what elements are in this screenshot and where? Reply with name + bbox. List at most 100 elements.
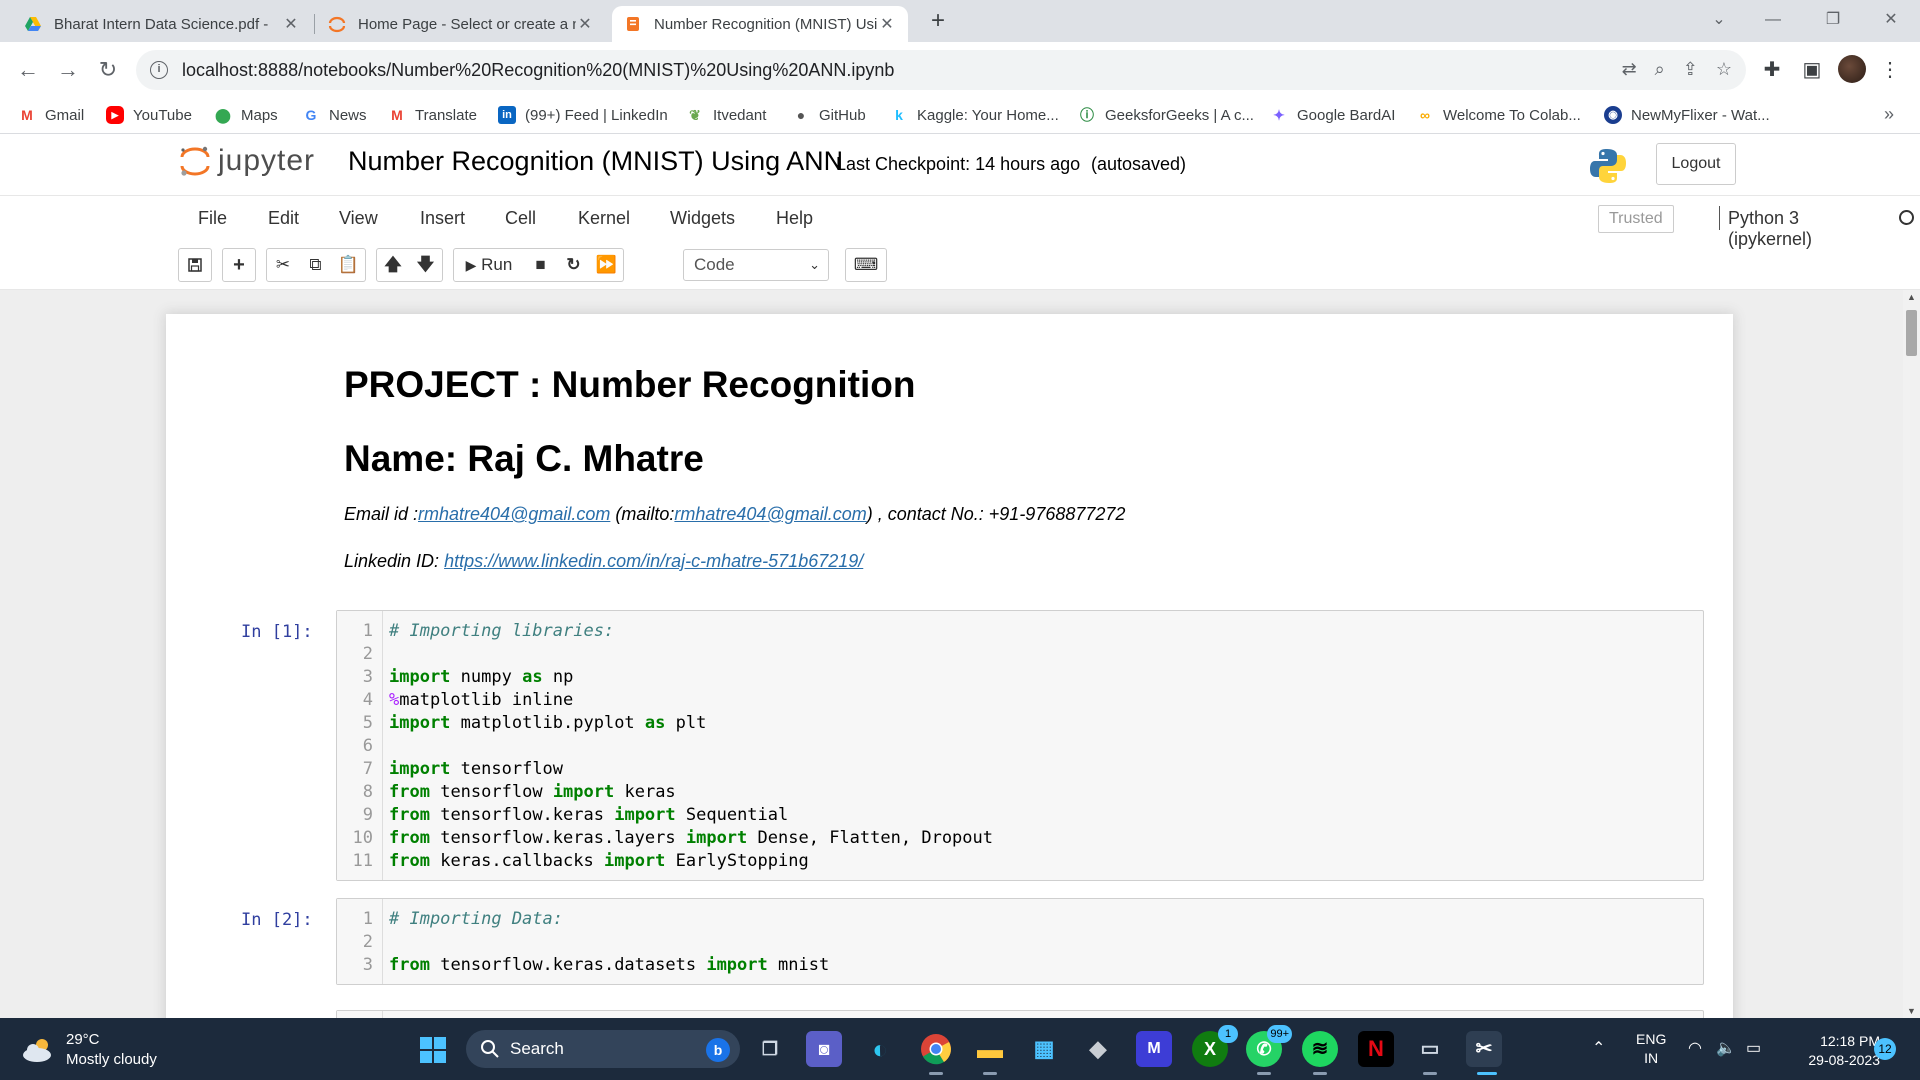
weather-widget[interactable]: 29°C Mostly cloudy [20, 1030, 157, 1070]
bookmark-news[interactable]: G News [302, 106, 367, 124]
code-cell-editor[interactable]: 1# Splitting dataset into training and t… [336, 1010, 1704, 1018]
terminal-icon[interactable]: ▭ [1412, 1031, 1448, 1067]
code-cell-editor[interactable]: 1 # Importing Data: 2 3 from tensorflow.kera… [336, 898, 1704, 985]
save-button[interactable] [178, 248, 212, 282]
system-clock[interactable]: 12:18 PM 29-08-2023 [1796, 1032, 1880, 1070]
tab-search-icon[interactable]: ⌄ [1696, 0, 1742, 40]
side-panel-icon[interactable]: ▣ [1796, 54, 1828, 86]
scroll-up-icon[interactable]: ▲ [1907, 292, 1916, 302]
bookmark-github[interactable]: ● GitHub [792, 106, 866, 124]
scroll-down-icon[interactable]: ▼ [1907, 1006, 1916, 1016]
logout-button[interactable]: Logout [1656, 143, 1736, 185]
bookmark-youtube[interactable]: ▶ YouTube [106, 106, 192, 124]
notification-count[interactable]: 12 [1874, 1038, 1896, 1060]
scrollbar-thumb[interactable] [1906, 310, 1917, 356]
menu-file[interactable]: File [198, 208, 227, 229]
bookmark-translate[interactable]: M Translate [388, 106, 477, 124]
cell-type-select[interactable]: Code ⌄ [683, 249, 829, 281]
file-explorer-icon[interactable]: ▬ [972, 1031, 1008, 1067]
close-tab-icon[interactable]: ✕ [282, 14, 300, 34]
bookmark-colab[interactable]: ∞ Welcome To Colab... [1416, 106, 1581, 124]
netflix-icon[interactable]: N [1358, 1031, 1394, 1067]
share-icon[interactable]: ⇪ [1683, 59, 1698, 80]
command-palette-button[interactable]: ⌨ [845, 248, 887, 282]
bookmark-gmail[interactable]: M Gmail [18, 106, 84, 124]
kernel-name[interactable]: Python 3 (ipykernel) [1728, 208, 1812, 250]
interrupt-button[interactable]: ■ [524, 248, 558, 282]
close-window-button[interactable]: ✕ [1868, 0, 1914, 40]
menu-kernel[interactable]: Kernel [578, 208, 630, 229]
bookmark-maps[interactable]: ⬤ Maps [214, 106, 278, 124]
bookmark-bard[interactable]: ✦ Google BardAI [1270, 106, 1395, 124]
tab-jupyter-home[interactable]: Home Page - Select or create a n ✕ [316, 6, 606, 42]
restart-kernel-button[interactable]: ↻ [557, 248, 591, 282]
taskbar-search-box[interactable]: Search b [466, 1030, 740, 1068]
profile-avatar[interactable] [1838, 55, 1866, 83]
zoom-icon[interactable]: ⌕ [1655, 59, 1665, 80]
tab-drive-pdf[interactable]: Bharat Intern Data Science.pdf - ✕ [12, 6, 312, 42]
trusted-indicator[interactable]: Trusted [1598, 205, 1674, 233]
teams-chat-icon[interactable]: ◙ [806, 1031, 842, 1067]
bookmark-itvedant[interactable]: ❦ Itvedant [686, 106, 766, 124]
email-link[interactable]: rmhatre404@gmail.com [418, 504, 610, 524]
reload-icon[interactable]: ↻ [92, 54, 124, 86]
more-bookmarks-button[interactable]: » [1884, 104, 1894, 125]
wifi-icon[interactable]: ◠ [1688, 1038, 1702, 1058]
bookmark-kaggle[interactable]: k Kaggle: Your Home... [890, 106, 1059, 124]
run-button[interactable]: ▶ Run [453, 248, 525, 282]
show-hidden-icons-chevron[interactable]: ⌃ [1592, 1038, 1605, 1058]
bookmark-newmyflixer[interactable]: ◉ NewMyFlixer - Wat... [1604, 106, 1770, 124]
minimize-button[interactable]: — [1750, 0, 1796, 40]
translate-icon[interactable]: ⇄ [1622, 59, 1637, 80]
mailto-link[interactable]: rmhatre404@gmail.com [674, 504, 866, 524]
jupyter-logo[interactable]: jupyter [178, 144, 315, 178]
unity-icon[interactable]: ◆ [1080, 1031, 1116, 1067]
weather-text: 29°C Mostly cloudy [66, 1030, 157, 1070]
edge-icon[interactable]: ◐ [862, 1031, 898, 1067]
volume-icon[interactable]: 🔈 [1716, 1038, 1736, 1058]
close-tab-icon[interactable]: ✕ [576, 14, 594, 34]
forward-arrow-icon[interactable]: → [52, 54, 84, 86]
bookmark-linkedin[interactable]: in (99+) Feed | LinkedIn [498, 106, 668, 124]
snipping-tool-icon[interactable]: ✂ [1466, 1031, 1502, 1067]
site-info-icon[interactable]: i [150, 61, 168, 79]
copy-button[interactable]: ⧉ [299, 248, 333, 282]
spotify-icon[interactable]: ≋ [1302, 1031, 1338, 1067]
insert-cell-button[interactable]: + [222, 248, 256, 282]
menu-edit[interactable]: Edit [268, 208, 299, 229]
close-tab-icon[interactable]: ✕ [878, 14, 896, 34]
microsoft-store-icon[interactable]: ▦ [1026, 1031, 1062, 1067]
language-indicator[interactable]: ENG IN [1636, 1030, 1666, 1080]
linkedin-link[interactable]: https://www.linkedin.com/in/raj-c-mhatre… [444, 551, 863, 571]
move-up-button[interactable]: 🡅 [376, 248, 410, 282]
extensions-puzzle-icon[interactable]: ✚ [1756, 54, 1788, 86]
task-view-icon[interactable]: ❐ [752, 1031, 788, 1067]
windows-start-icon[interactable] [420, 1037, 446, 1063]
url-text[interactable]: localhost:8888/notebooks/Number%20Recogn… [182, 60, 894, 81]
bookmark-geeksforgeeks[interactable]: ⓘ GeeksforGeeks | A c... [1078, 106, 1254, 124]
menu-help[interactable]: Help [776, 208, 813, 229]
bookmark-star-icon[interactable]: ☆ [1716, 59, 1732, 80]
address-bar[interactable]: i localhost:8888/notebooks/Number%20Reco… [136, 50, 1746, 90]
code-cell-editor[interactable]: 1 # Importing libraries: 2 3 import numpy as… [336, 610, 1704, 881]
battery-icon[interactable]: ▭ [1746, 1038, 1761, 1058]
whatsapp-icon[interactable]: ✆ 99+ [1246, 1025, 1292, 1067]
back-arrow-icon[interactable]: ← [12, 54, 44, 86]
vertical-scrollbar[interactable]: ▲ ▼ [1903, 290, 1920, 1018]
app-azure-icon[interactable]: M [1136, 1031, 1172, 1067]
cut-button[interactable]: ✂ [266, 248, 300, 282]
restart-run-all-button[interactable]: ⏩ [590, 248, 624, 282]
menu-widgets[interactable]: Widgets [670, 208, 735, 229]
menu-view[interactable]: View [339, 208, 378, 229]
menu-insert[interactable]: Insert [420, 208, 465, 229]
chrome-icon[interactable] [918, 1031, 954, 1067]
chrome-menu-icon[interactable]: ⋮ [1874, 54, 1906, 86]
menu-cell[interactable]: Cell [505, 208, 536, 229]
move-down-button[interactable]: 🡇 [409, 248, 443, 282]
new-tab-button[interactable]: + [924, 6, 952, 36]
restore-button[interactable]: ❐ [1810, 0, 1856, 40]
paste-button[interactable]: 📋 [332, 248, 366, 282]
tab-notebook-active[interactable]: Number Recognition (MNIST) Usi ✕ [612, 6, 908, 42]
notebook-title[interactable]: Number Recognition (MNIST) Using ANN [348, 146, 843, 177]
xbox-icon[interactable]: X 1 [1192, 1025, 1238, 1067]
